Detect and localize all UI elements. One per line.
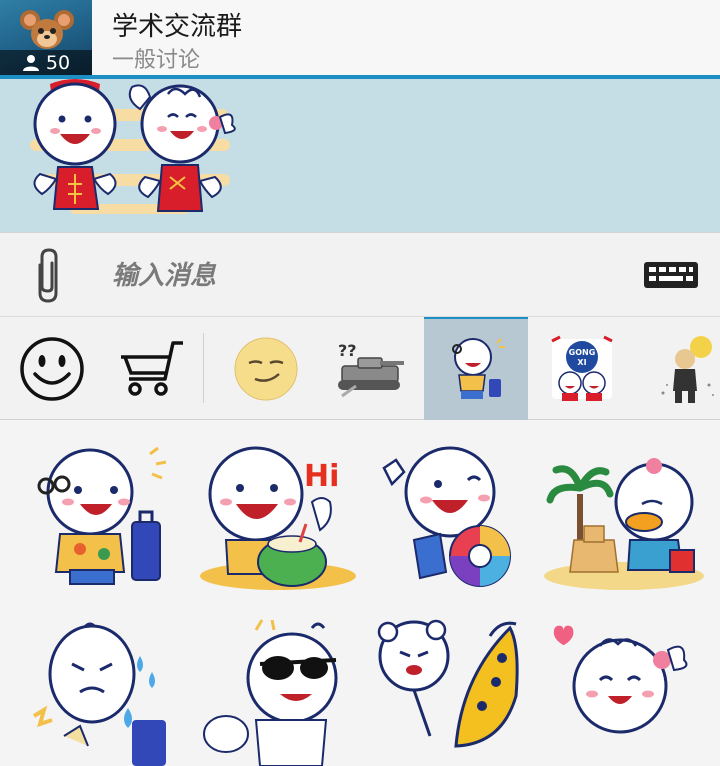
group-avatar[interactable]: 50 bbox=[0, 0, 92, 76]
message-composer bbox=[0, 232, 720, 316]
sticker-swim-ring[interactable] bbox=[370, 444, 540, 594]
paperclip-icon[interactable] bbox=[30, 247, 66, 305]
sticker-crying[interactable] bbox=[20, 616, 190, 766]
bald-man-sticker-icon bbox=[661, 336, 714, 403]
person-icon bbox=[22, 55, 39, 71]
tray-emoji-tab[interactable] bbox=[0, 317, 104, 421]
group-title[interactable]: 学术交流群 bbox=[112, 6, 242, 43]
gong-xi-sticker-icon: GONG XI bbox=[551, 335, 613, 401]
received-sticker-couple[interactable] bbox=[20, 79, 240, 229]
mouse-avatar-icon bbox=[20, 10, 74, 49]
tray-shop-tab[interactable] bbox=[100, 317, 204, 421]
chat-header: 50 学术交流群 一般讨论 bbox=[0, 0, 720, 76]
tray-pack-gong-xi[interactable]: GONG XI bbox=[530, 317, 634, 421]
chat-history[interactable] bbox=[0, 79, 720, 232]
sticker-bear-hug[interactable] bbox=[370, 616, 540, 766]
sticker-sunglasses[interactable] bbox=[196, 616, 366, 766]
sticker-duck-sandcastle[interactable] bbox=[544, 444, 714, 594]
member-count-badge: 50 bbox=[0, 50, 92, 76]
tray-pack-tank[interactable]: ?? bbox=[318, 317, 422, 421]
tank-icon: ?? bbox=[338, 341, 404, 398]
keyboard-icon[interactable] bbox=[644, 262, 698, 288]
shopping-cart-icon bbox=[121, 341, 183, 396]
sticker-hi-luggage[interactable] bbox=[20, 444, 190, 594]
smirk-face-icon bbox=[234, 337, 298, 401]
sticker-hi-coconut[interactable]: Hi bbox=[196, 444, 366, 594]
group-subtitle: 一般讨论 bbox=[112, 48, 201, 73]
member-count: 50 bbox=[45, 52, 71, 74]
svg-text:XI: XI bbox=[577, 358, 586, 367]
tray-pack-smirk[interactable] bbox=[214, 317, 318, 421]
sticker-grid: Hi bbox=[0, 420, 720, 766]
svg-text:Hi: Hi bbox=[304, 459, 339, 494]
tray-pack-bald-man[interactable] bbox=[636, 317, 720, 421]
tray-pack-vacation[interactable] bbox=[424, 317, 528, 421]
vacation-sticker-icon bbox=[452, 338, 505, 399]
svg-text:GONG: GONG bbox=[569, 348, 596, 357]
message-input[interactable] bbox=[112, 255, 612, 295]
sticker-heart-bow[interactable] bbox=[544, 616, 714, 766]
sticker-tray: ?? GONG XI bbox=[0, 316, 720, 421]
svg-text:??: ?? bbox=[338, 341, 357, 360]
tray-divider bbox=[203, 333, 204, 403]
smiley-icon bbox=[20, 337, 84, 401]
